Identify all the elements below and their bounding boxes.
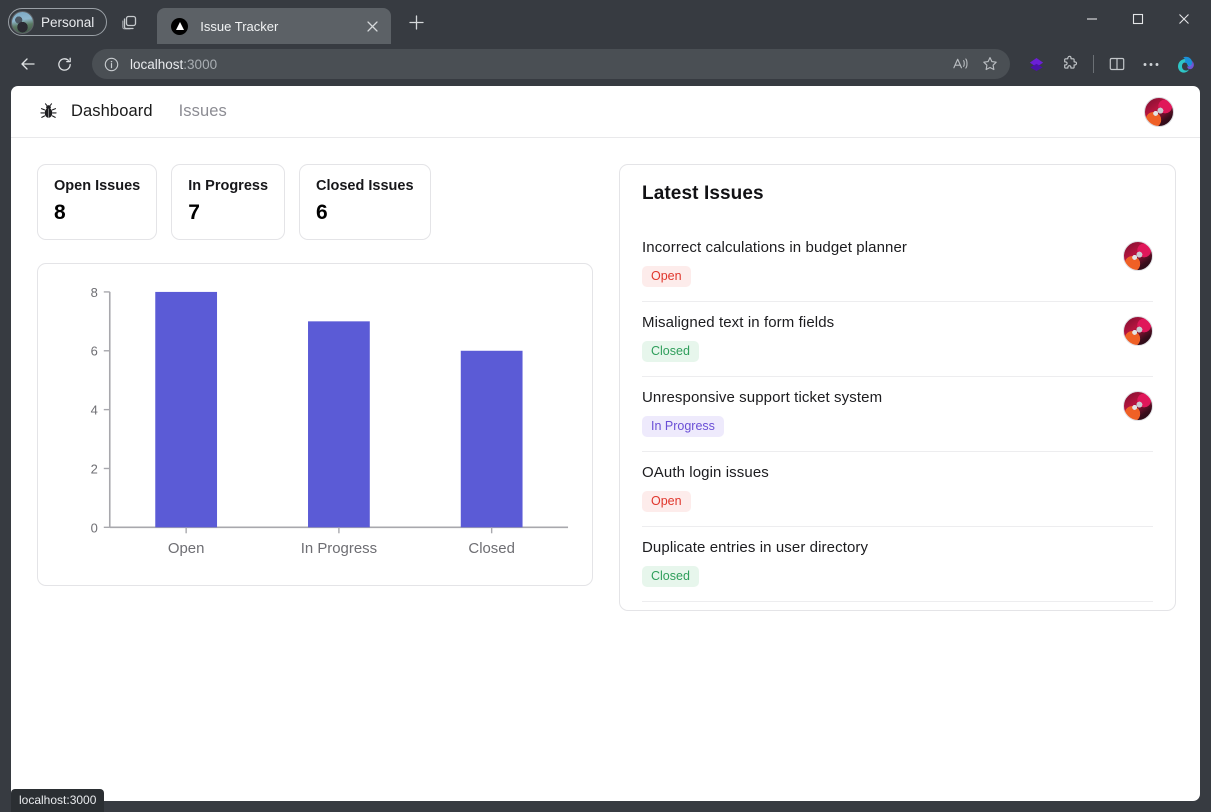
stat-value: 6 [316, 201, 328, 224]
issue-row[interactable]: Incorrect calculations in budget planner… [642, 227, 1153, 302]
status-badge: Open [642, 266, 691, 287]
new-tab-button[interactable] [401, 7, 431, 37]
y-tick-label: 0 [91, 520, 98, 535]
avatar[interactable] [1123, 316, 1153, 346]
status-badge: Closed [642, 566, 699, 587]
address-bar-actions [946, 51, 1004, 77]
avatar[interactable] [1123, 391, 1153, 421]
issue-title[interactable]: Incorrect calculations in budget planner [642, 239, 1109, 256]
dashboard-content: Open Issues 8 In Progress 7 Closed Issue… [11, 138, 1200, 611]
nav-link-dashboard[interactable]: Dashboard [71, 102, 153, 121]
stat-card-in-progress[interactable]: In Progress 7 [171, 164, 286, 240]
stat-value: 7 [188, 201, 200, 224]
issue-row-main: OAuth login issues Open [642, 464, 1153, 512]
profile-button[interactable]: Personal [8, 8, 108, 36]
tab-close-icon[interactable] [361, 15, 383, 37]
issue-title[interactable]: Unresponsive support ticket system [642, 389, 1109, 406]
issue-title[interactable]: OAuth login issues [642, 464, 1153, 481]
url-port: :3000 [183, 56, 218, 72]
address-bar-url: localhost:3000 [130, 57, 936, 72]
issue-row-main: Unresponsive support ticket system In Pro… [642, 389, 1109, 437]
maximize-button[interactable] [1115, 0, 1161, 38]
y-tick-label: 8 [91, 285, 98, 300]
bar[interactable] [308, 321, 370, 528]
url-host: localhost [130, 56, 184, 72]
close-window-button[interactable] [1161, 0, 1207, 38]
status-bubble: localhost:3000 [11, 789, 105, 812]
info-circle-icon[interactable] [102, 55, 120, 73]
issue-row[interactable]: Misaligned text in form fields Closed [642, 302, 1153, 377]
latest-issues-title: Latest Issues [642, 183, 764, 204]
toolbar-divider [1093, 55, 1094, 73]
stat-label: In Progress [188, 178, 269, 194]
y-tick-label: 2 [91, 461, 98, 476]
x-tick-label: In Progress [301, 540, 377, 557]
ellipsis-more-icon[interactable] [1135, 48, 1167, 80]
latest-issues-card: Latest Issues Incorrect calculations in … [619, 164, 1176, 611]
avatar[interactable] [1144, 96, 1174, 127]
stat-card-open-issues[interactable]: Open Issues 8 [37, 164, 158, 240]
tab-title: Issue Tracker [200, 18, 279, 34]
window-controls [1069, 0, 1207, 44]
status-badge: Open [642, 491, 691, 512]
status-badge: Closed [642, 341, 699, 362]
bug-icon [37, 101, 59, 123]
issue-row-main: Incorrect calculations in budget planner… [642, 239, 1109, 287]
x-tick-label: Open [168, 540, 205, 557]
avatar[interactable] [1123, 241, 1153, 271]
stat-card-group: Open Issues 8 In Progress 7 Closed Issue… [37, 164, 593, 240]
left-column: Open Issues 8 In Progress 7 Closed Issue… [37, 164, 593, 586]
chart-area: 0 2 4 6 8 Open In Progress Closed [48, 280, 578, 575]
address-bar[interactable]: localhost:3000 [92, 49, 1010, 79]
browser-tab[interactable]: Issue Tracker [157, 8, 392, 44]
browser-toolbar-actions [1020, 48, 1201, 80]
nav-link-issues[interactable]: Issues [179, 102, 227, 121]
status-badge: In Progress [642, 416, 724, 437]
x-tick-label: Closed [468, 540, 514, 557]
app-header: Dashboard Issues [11, 86, 1200, 138]
stat-label: Open Issues [54, 178, 141, 194]
back-arrow-icon[interactable] [12, 48, 44, 80]
profile-avatar-icon [11, 10, 34, 34]
copilot-icon[interactable] [1169, 48, 1201, 80]
split-screen-icon[interactable] [1101, 48, 1133, 80]
browser-window: Personal Issue Tracker localhost:3000 Da… [0, 0, 1211, 812]
refresh-icon[interactable] [48, 48, 80, 80]
nextjs-triangle-favicon [171, 17, 189, 35]
issue-tracker-app: Dashboard Issues Open Issues 8 In Progre… [11, 86, 1200, 801]
right-column: Latest Issues Incorrect calculations in … [619, 164, 1176, 611]
bar[interactable] [460, 350, 523, 528]
issue-list: Incorrect calculations in budget planner… [642, 227, 1153, 602]
read-aloud-icon[interactable] [946, 51, 974, 77]
navigation-toolbar: localhost:3000 [0, 44, 1211, 84]
stat-value: 8 [54, 201, 66, 224]
issue-row[interactable]: Duplicate entries in user directory Close… [642, 527, 1153, 602]
profile-label: Personal [41, 14, 95, 30]
stat-label: Closed Issues [316, 178, 414, 194]
tab-strip: Personal Issue Tracker [0, 0, 1211, 44]
issue-row[interactable]: Unresponsive support ticket system In Pro… [642, 377, 1153, 452]
page-viewport: Dashboard Issues Open Issues 8 In Progre… [11, 86, 1200, 801]
bar-chart: 0 2 4 6 8 Open In Progress Closed [91, 285, 569, 557]
diamond-collections-icon[interactable] [1020, 48, 1052, 80]
puzzle-extensions-icon[interactable] [1054, 48, 1086, 80]
y-tick-label: 4 [91, 403, 98, 418]
y-tick-label: 6 [91, 344, 98, 359]
bar[interactable] [155, 291, 218, 528]
issues-bar-chart-card: 0 2 4 6 8 Open In Progress Closed [37, 263, 593, 586]
issue-title[interactable]: Misaligned text in form fields [642, 314, 1109, 331]
issue-title[interactable]: Duplicate entries in user directory [642, 539, 1153, 556]
issue-row-main: Duplicate entries in user directory Close… [642, 539, 1153, 587]
minimize-button[interactable] [1069, 0, 1115, 38]
stat-card-closed-issues[interactable]: Closed Issues 6 [299, 164, 431, 240]
issue-row[interactable]: OAuth login issues Open [642, 452, 1153, 527]
star-icon[interactable] [976, 51, 1004, 77]
issue-row-main: Misaligned text in form fields Closed [642, 314, 1109, 362]
tab-groups-icon[interactable] [113, 6, 145, 38]
